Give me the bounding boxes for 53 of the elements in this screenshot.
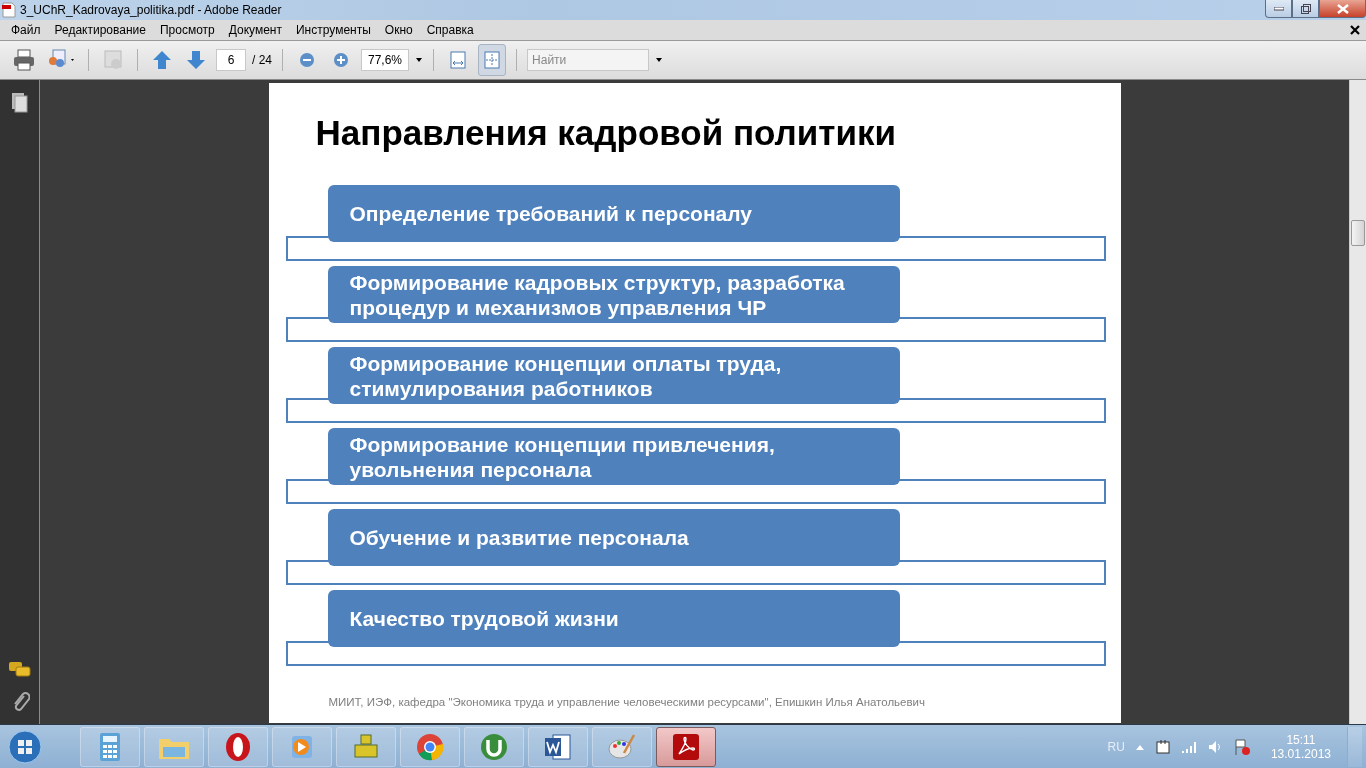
minimize-icon[interactable] — [1273, 6, 1284, 11]
menu-item[interactable]: Просмотр — [152, 23, 222, 37]
start-button-icon[interactable] — [7, 728, 43, 765]
acrobat-icon[interactable] — [671, 731, 701, 762]
restore-button[interactable] — [1292, 0, 1319, 18]
zoom-in-icon[interactable] — [333, 52, 349, 68]
menu-item[interactable]: Редактирование — [47, 23, 153, 37]
printer-icon[interactable] — [12, 48, 36, 72]
menu-item[interactable]: Документ — [221, 23, 289, 37]
pdf-file-icon — [2, 2, 16, 18]
fit-page-icon[interactable] — [482, 50, 503, 70]
menu-item[interactable]: Инструменты — [289, 23, 378, 37]
down-arrow-icon[interactable] — [185, 49, 207, 71]
page-total: / 24 — [252, 53, 272, 67]
word-icon[interactable] — [543, 731, 573, 762]
caret-icon[interactable] — [415, 57, 424, 63]
opera-icon[interactable] — [223, 731, 253, 762]
search-field[interactable]: Найти — [527, 49, 650, 71]
calculator-icon[interactable] — [97, 731, 123, 762]
window-title: 3_UChR_Kadrovaya_politika.pdf - Adobe Reader — [20, 3, 282, 17]
policy-text: Формирование концепции оплаты труда, стимулирования работников — [349, 350, 782, 401]
policy-text: Определение требований к персоналу — [349, 201, 752, 226]
zoom-field[interactable]: 77,6% — [361, 49, 410, 71]
up-arrow-icon[interactable] — [151, 49, 173, 71]
flag-icon[interactable] — [1232, 737, 1251, 756]
slide-title: Направления кадровой политики — [315, 112, 898, 154]
clock-date: 13.01.2013 — [1270, 746, 1331, 761]
pages-icon[interactable] — [10, 92, 29, 114]
policy-text: Качество трудовой жизни — [349, 606, 619, 631]
caret-icon[interactable] — [655, 57, 664, 63]
chrome-icon[interactable] — [415, 731, 445, 762]
page-number-field[interactable]: 6 — [216, 49, 246, 71]
comments-icon[interactable] — [7, 660, 32, 680]
menu-item[interactable]: Окно — [377, 23, 420, 37]
scrollbar[interactable] — [1349, 80, 1366, 724]
view-mode-button[interactable] — [478, 44, 507, 76]
taskbar-app[interactable] — [656, 726, 716, 767]
zoom-out-icon[interactable] — [299, 52, 315, 68]
close-icon[interactable] — [1350, 25, 1360, 35]
close-button[interactable] — [1319, 0, 1366, 18]
slide-footer: МИИТ, ИЭФ, кафедра "Экономика труда и управление человеческими ресурсами", Епишкин Илья Анатольевич — [328, 696, 1121, 708]
clock-time: 15:11 — [1286, 732, 1316, 747]
fit-width-icon[interactable] — [448, 50, 469, 70]
menu-item[interactable]: Справка — [419, 23, 481, 37]
menu-item[interactable]: Файл — [4, 23, 48, 37]
torrent-icon[interactable] — [479, 731, 509, 762]
signal-icon[interactable] — [1180, 739, 1197, 754]
policy-text: Формирование кадровых структур, разработка процедур и механизмов управления ЧР — [349, 269, 845, 320]
scroll-thumb[interactable] — [1351, 220, 1365, 246]
restore-icon[interactable] — [1300, 3, 1311, 14]
policy-text: Формирование концепции привлечения, увольнения персонала — [349, 431, 775, 482]
policy-text: Обучение и развитие персонала — [349, 525, 689, 550]
minimize-button[interactable] — [1265, 0, 1292, 18]
